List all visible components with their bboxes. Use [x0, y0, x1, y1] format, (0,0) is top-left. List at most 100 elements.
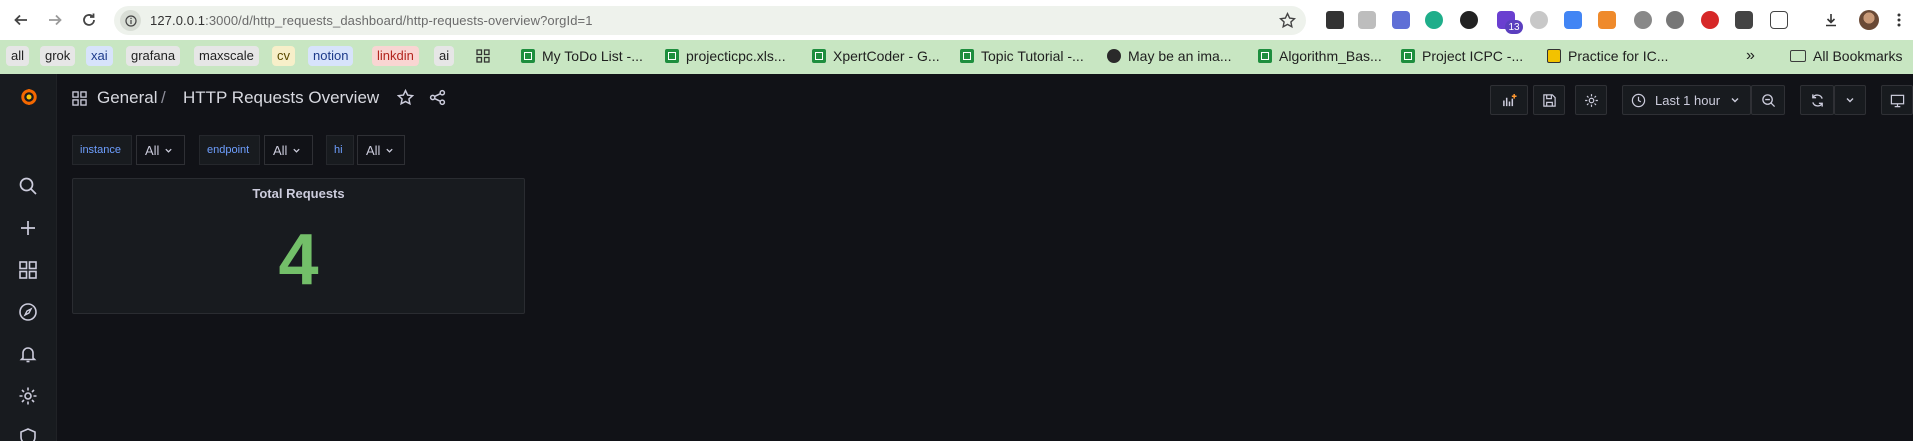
address-bar[interactable]: 127.0.0.1:3000/d/http_requests_dashboard…	[114, 6, 1306, 35]
save-dashboard-button[interactable]	[1533, 85, 1565, 115]
share-icon[interactable]	[429, 89, 446, 106]
panel-title[interactable]: Total Requests	[73, 186, 524, 201]
url-text[interactable]: 127.0.0.1:3000/d/http_requests_dashboard…	[150, 13, 593, 28]
url-path: :3000/d/http_requests_dashboard/http-req…	[205, 13, 593, 28]
site-info-icon[interactable]	[120, 10, 141, 31]
shield-icon[interactable]	[17, 426, 39, 441]
url-host: 127.0.0.1	[150, 13, 206, 28]
bookmark-group-chip[interactable]: grafana	[126, 46, 181, 66]
menu-dots-icon[interactable]	[1890, 11, 1908, 29]
extension-icon[interactable]	[1598, 11, 1616, 29]
star-icon[interactable]	[397, 89, 414, 106]
profile-avatar[interactable]	[1859, 10, 1879, 30]
forward-button[interactable]	[42, 7, 68, 33]
bookmark-label: Practice for IC...	[1568, 48, 1669, 64]
all-bookmarks-label: All Bookmarks	[1813, 48, 1903, 64]
refresh-icon	[1811, 93, 1823, 107]
reload-button[interactable]	[76, 7, 102, 33]
add-panel-button[interactable]	[1490, 85, 1528, 115]
sheet-icon	[521, 49, 535, 63]
all-bookmarks-button[interactable]: All Bookmarks	[1790, 46, 1902, 66]
download-icon[interactable]	[1822, 11, 1840, 29]
stat-value: 4	[278, 220, 319, 300]
monitor-icon	[1890, 94, 1904, 107]
tv-mode-button[interactable]	[1881, 85, 1913, 115]
extensions-puzzle-icon[interactable]	[1770, 11, 1788, 29]
bookmark-group-chip[interactable]: ai	[434, 46, 455, 66]
zoom-out-button[interactable]	[1751, 85, 1785, 115]
time-range-picker[interactable]: Last 1 hour	[1622, 85, 1751, 115]
bookmark-group-chip[interactable]: linkdin	[372, 46, 419, 66]
bookmark-link[interactable]: Algorithm_Bas...	[1258, 46, 1382, 66]
translate-extension-icon[interactable]	[1564, 11, 1582, 29]
add-panel-icon	[1502, 93, 1517, 106]
bookmark-label: projecticpc.xls...	[686, 48, 786, 64]
extension-icon[interactable]	[1358, 11, 1376, 29]
reload-icon	[83, 13, 95, 26]
compass-icon[interactable]	[17, 301, 39, 323]
bookmark-link[interactable]: My ToDo List -...	[521, 46, 643, 66]
sheet-icon	[1401, 49, 1415, 63]
extension-icon[interactable]	[1425, 11, 1443, 29]
bookmark-group-chip[interactable]: xai	[86, 46, 113, 66]
extension-icon[interactable]	[1530, 11, 1548, 29]
globe-icon	[1107, 49, 1121, 63]
bookmark-link[interactable]: Practice for IC...	[1547, 46, 1668, 66]
bookmark-label: May be an ima...	[1128, 48, 1232, 64]
dashboard-navbar: General / HTTP Requests Overview Last 1 …	[57, 74, 1913, 122]
variable-select-hi[interactable]: All	[357, 135, 405, 165]
dashboard-settings-button[interactable]	[1575, 85, 1607, 115]
bookmark-label: My ToDo List -...	[542, 48, 643, 64]
gear-icon	[1584, 93, 1598, 107]
extension-badge: 13	[1505, 20, 1523, 34]
stat-panel-total-requests[interactable]: Total Requests 4	[72, 178, 525, 314]
time-range-label: Last 1 hour	[1655, 92, 1721, 108]
variable-select-endpoint[interactable]: All	[264, 135, 313, 165]
bookmark-link[interactable]: Topic Tutorial -...	[960, 46, 1084, 66]
bookmark-group-chip[interactable]: notion	[308, 46, 354, 66]
folder-icon	[1790, 50, 1806, 62]
browser-toolbar: 127.0.0.1:3000/d/http_requests_dashboard…	[0, 0, 1913, 40]
extension-icon[interactable]	[1460, 11, 1478, 29]
clock-icon	[1631, 93, 1646, 107]
grafana-sidemenu	[0, 74, 57, 441]
bookmarks-bar: all grok xai grafana maxscale cv notion linkdin…	[0, 40, 1913, 74]
gear-icon[interactable]	[17, 385, 39, 407]
arrow-right-icon	[49, 14, 62, 26]
dashboard-title[interactable]: HTTP Requests Overview	[183, 88, 379, 108]
apps-grid-icon[interactable]	[476, 46, 490, 66]
bookmark-group-chip[interactable]: cv	[272, 46, 295, 66]
bookmark-group-chip[interactable]: grok	[40, 46, 76, 66]
breadcrumb-folder[interactable]: General	[97, 88, 157, 108]
extension-icon[interactable]	[1634, 11, 1652, 29]
bookmark-link[interactable]: XpertCoder - G...	[812, 46, 940, 66]
bell-icon[interactable]	[17, 343, 39, 365]
variable-select-instance[interactable]: All	[136, 135, 185, 165]
grafana-logo-icon[interactable]	[16, 84, 42, 110]
extension-icon[interactable]	[1735, 11, 1753, 29]
chevron-down-icon	[386, 148, 394, 153]
chevron-down-icon	[1846, 98, 1854, 103]
bookmark-link[interactable]: May be an ima...	[1107, 46, 1232, 66]
bookmark-link[interactable]: Project ICPC -...	[1401, 46, 1523, 66]
extension-icon[interactable]	[1666, 11, 1684, 29]
back-button[interactable]	[8, 7, 34, 33]
arrow-left-icon	[14, 14, 27, 26]
search-icon[interactable]	[17, 175, 39, 197]
extension-icon[interactable]	[1392, 11, 1410, 29]
bookmark-label: XpertCoder - G...	[833, 48, 940, 64]
bookmark-group-chip[interactable]: all	[6, 46, 30, 66]
refresh-interval-dropdown[interactable]	[1834, 85, 1866, 115]
bookmark-group-chip[interactable]: maxscale	[194, 46, 259, 66]
variable-value: All	[145, 142, 160, 158]
dashboards-icon[interactable]	[17, 259, 39, 281]
bookmarks-overflow-button[interactable]: »	[1746, 46, 1755, 66]
variable-label-instance: instance	[72, 135, 132, 165]
pip-extension-icon[interactable]	[1326, 11, 1344, 29]
chevron-down-icon	[1731, 98, 1739, 103]
plus-icon[interactable]	[17, 217, 39, 239]
bookmark-star-icon[interactable]	[1279, 12, 1296, 29]
extension-icon[interactable]	[1701, 11, 1719, 29]
refresh-button[interactable]	[1800, 85, 1834, 115]
bookmark-link[interactable]: projecticpc.xls...	[665, 46, 786, 66]
